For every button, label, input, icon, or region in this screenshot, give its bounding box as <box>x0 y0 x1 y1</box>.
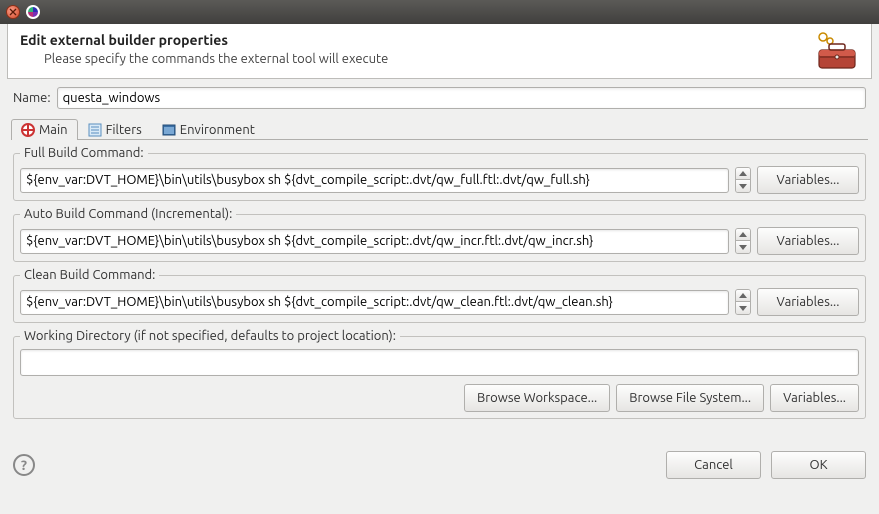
name-label: Name: <box>13 91 51 105</box>
tab-environment-label: Environment <box>180 123 255 137</box>
tab-filters-label: Filters <box>106 123 142 137</box>
tab-main-label: Main <box>39 123 68 137</box>
auto-build-variables-button[interactable]: Variables... <box>757 227 859 255</box>
cancel-button[interactable]: Cancel <box>666 451 761 479</box>
group-clean-build: Clean Build Command: Variables... <box>13 268 866 323</box>
auto-build-step-up[interactable] <box>736 229 750 241</box>
full-build-legend: Full Build Command: <box>20 146 148 160</box>
auto-build-legend: Auto Build Command (Incremental): <box>20 207 236 221</box>
auto-build-step-down[interactable] <box>736 241 750 253</box>
ok-button[interactable]: OK <box>771 451 866 479</box>
clean-build-step-up[interactable] <box>736 290 750 302</box>
dialog-header: Edit external builder properties Please … <box>7 24 872 79</box>
full-build-stepper <box>735 167 751 193</box>
browse-workspace-button[interactable]: Browse Workspace... <box>464 384 610 412</box>
working-directory-variables-button[interactable]: Variables... <box>770 384 859 412</box>
name-input[interactable] <box>57 87 866 109</box>
tab-environment[interactable]: Environment <box>152 119 265 140</box>
working-directory-legend: Working Directory (if not specified, def… <box>20 329 400 343</box>
filters-tab-icon <box>88 123 102 137</box>
full-build-step-up[interactable] <box>736 168 750 180</box>
clean-build-stepper <box>735 289 751 315</box>
main-tab-icon <box>21 123 35 137</box>
group-working-directory: Working Directory (if not specified, def… <box>13 329 866 419</box>
window-titlebar <box>0 0 879 24</box>
tab-panel-main: Full Build Command: Variables... Auto Bu… <box>11 140 868 427</box>
full-build-variables-button[interactable]: Variables... <box>757 166 859 194</box>
clean-build-step-down[interactable] <box>736 302 750 314</box>
tab-bar: Main Filters Environment <box>11 119 868 140</box>
clean-build-variables-button[interactable]: Variables... <box>757 288 859 316</box>
working-directory-input[interactable] <box>20 349 859 376</box>
clean-build-input[interactable] <box>20 290 729 315</box>
tab-main[interactable]: Main <box>11 119 78 140</box>
toolbox-icon <box>813 30 859 73</box>
browse-filesystem-button[interactable]: Browse File System... <box>616 384 764 412</box>
auto-build-stepper <box>735 228 751 254</box>
clean-build-legend: Clean Build Command: <box>20 268 159 282</box>
eclipse-icon <box>26 5 40 19</box>
auto-build-input[interactable] <box>20 229 729 254</box>
window-close-button[interactable] <box>6 5 20 19</box>
full-build-step-down[interactable] <box>736 180 750 192</box>
tab-filters[interactable]: Filters <box>78 119 152 140</box>
environment-tab-icon <box>162 123 176 137</box>
group-full-build: Full Build Command: Variables... <box>13 146 866 201</box>
help-icon[interactable]: ? <box>13 454 35 476</box>
dialog-subtitle: Please specify the commands the external… <box>44 52 859 66</box>
dialog-title: Edit external builder properties <box>20 32 859 48</box>
dialog-footer: ? Cancel OK <box>7 431 872 485</box>
group-auto-build: Auto Build Command (Incremental): Variab… <box>13 207 866 262</box>
full-build-input[interactable] <box>20 168 729 193</box>
